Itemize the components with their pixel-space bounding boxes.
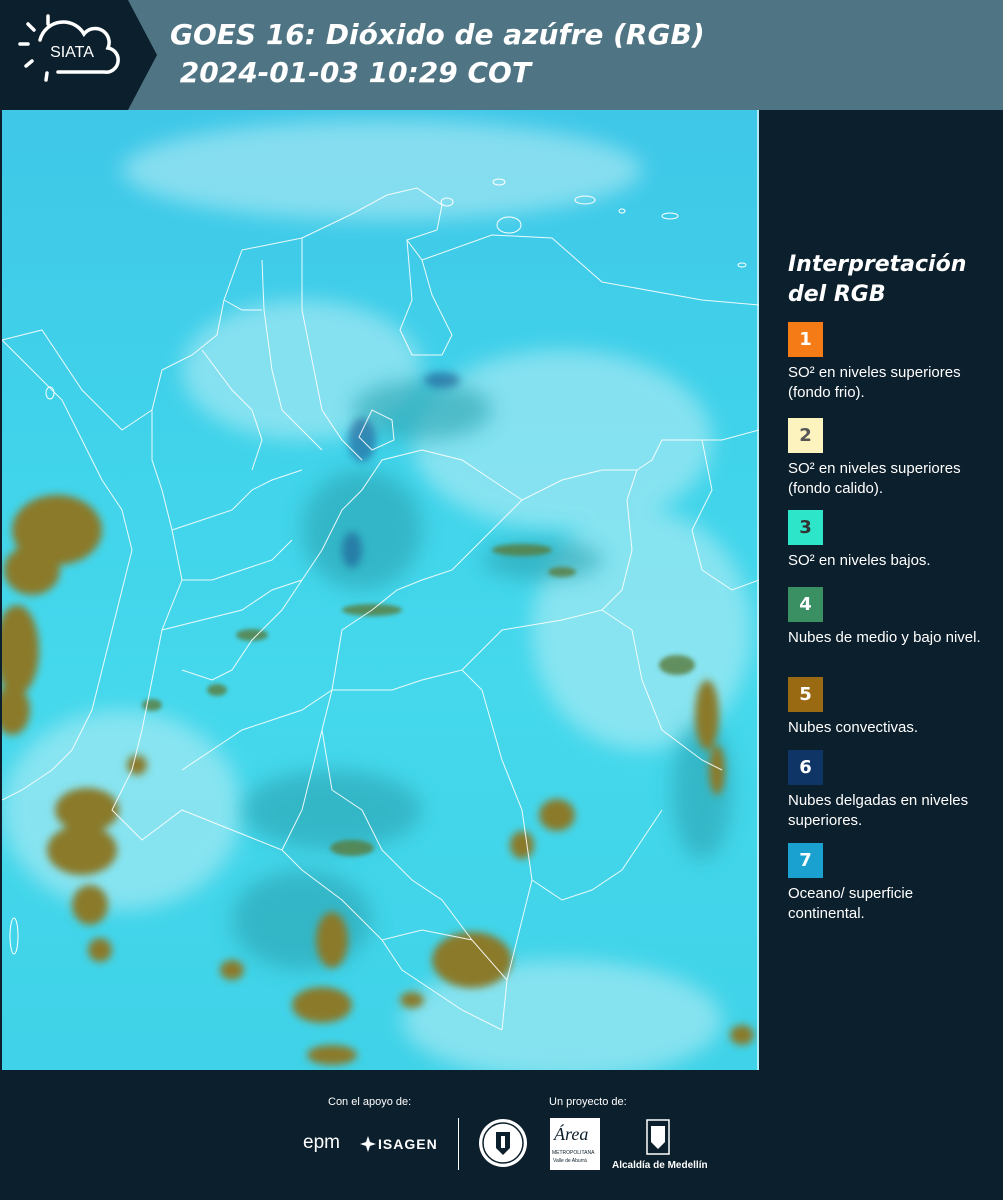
project-label: Un proyecto de: [549,1096,627,1108]
isagen-icon [360,1136,376,1156]
epm-logo: epm [303,1132,340,1153]
legend-swatch-7: 7 [788,843,823,878]
legend-item-1: 1 SO² en niveles superiores (fondo frio)… [788,322,998,403]
siata-logo: SIATA [0,0,157,110]
area-sub-text: METROPOLITANA [552,1150,595,1156]
footer-divider [458,1118,459,1170]
legend-swatch-1: 1 [788,322,823,357]
legend-swatch-4: 4 [788,587,823,622]
alcaldia-shield-icon [645,1118,671,1160]
legend-label-6: Nubes delgadas en niveles superiores. [788,792,969,829]
legend-item-7: 7 Oceano/ superficie continental. [788,843,998,924]
area-metropolitana-logo: Área METROPOLITANA Valle de Aburrá [550,1118,600,1170]
legend-label-3: SO² en niveles bajos. [788,552,931,569]
medellin-seal-icon [478,1118,528,1172]
legend-label-5: Nubes convectivas. [788,719,919,736]
legend-item-5: 5 Nubes convectivas. [788,677,998,738]
satellite-map [2,110,759,1070]
legend-panel: Interpretación del RGB 1 SO² en niveles … [760,110,1003,1070]
siata-logo-text: SIATA [50,44,94,61]
area-logo-text: Área [554,1124,589,1144]
page-title: GOES 16: Dióxido de azúfre (RGB) 2024-01… [170,18,705,89]
legend-label-1: SO² en niveles superiores (fondo frio). [788,364,961,401]
alcaldia-logo-text: Alcaldía de Medellín [612,1160,708,1171]
legend-swatch-5: 5 [788,677,823,712]
legend-label-2: SO² en niveles superiores (fondo calido)… [788,460,961,497]
legend-title: Interpretación del RGB [788,252,967,307]
legend-label-7: Oceano/ superficie continental. [788,885,914,922]
legend-item-2: 2 SO² en niveles superiores (fondo calid… [788,418,998,499]
isagen-logo: ISAGEN [378,1136,438,1152]
header-bar: SIATA GOES 16: Dióxido de azúfre (RGB) 2… [0,0,1003,110]
support-label: Con el apoyo de: [328,1096,412,1108]
legend-swatch-3: 3 [788,510,823,545]
legend-item-3: 3 SO² en niveles bajos. [788,510,998,571]
legend-swatch-2: 2 [788,418,823,453]
footer: Con el apoyo de: Un proyecto de: epm ISA… [0,1070,1003,1200]
legend-item-6: 6 Nubes delgadas en niveles superiores. [788,750,998,831]
area-sub2-text: Valle de Aburrá [553,1158,587,1164]
legend-label-4: Nubes de medio y bajo nivel. [788,629,981,646]
legend-swatch-6: 6 [788,750,823,785]
legend-item-4: 4 Nubes de medio y bajo nivel. [788,587,998,648]
